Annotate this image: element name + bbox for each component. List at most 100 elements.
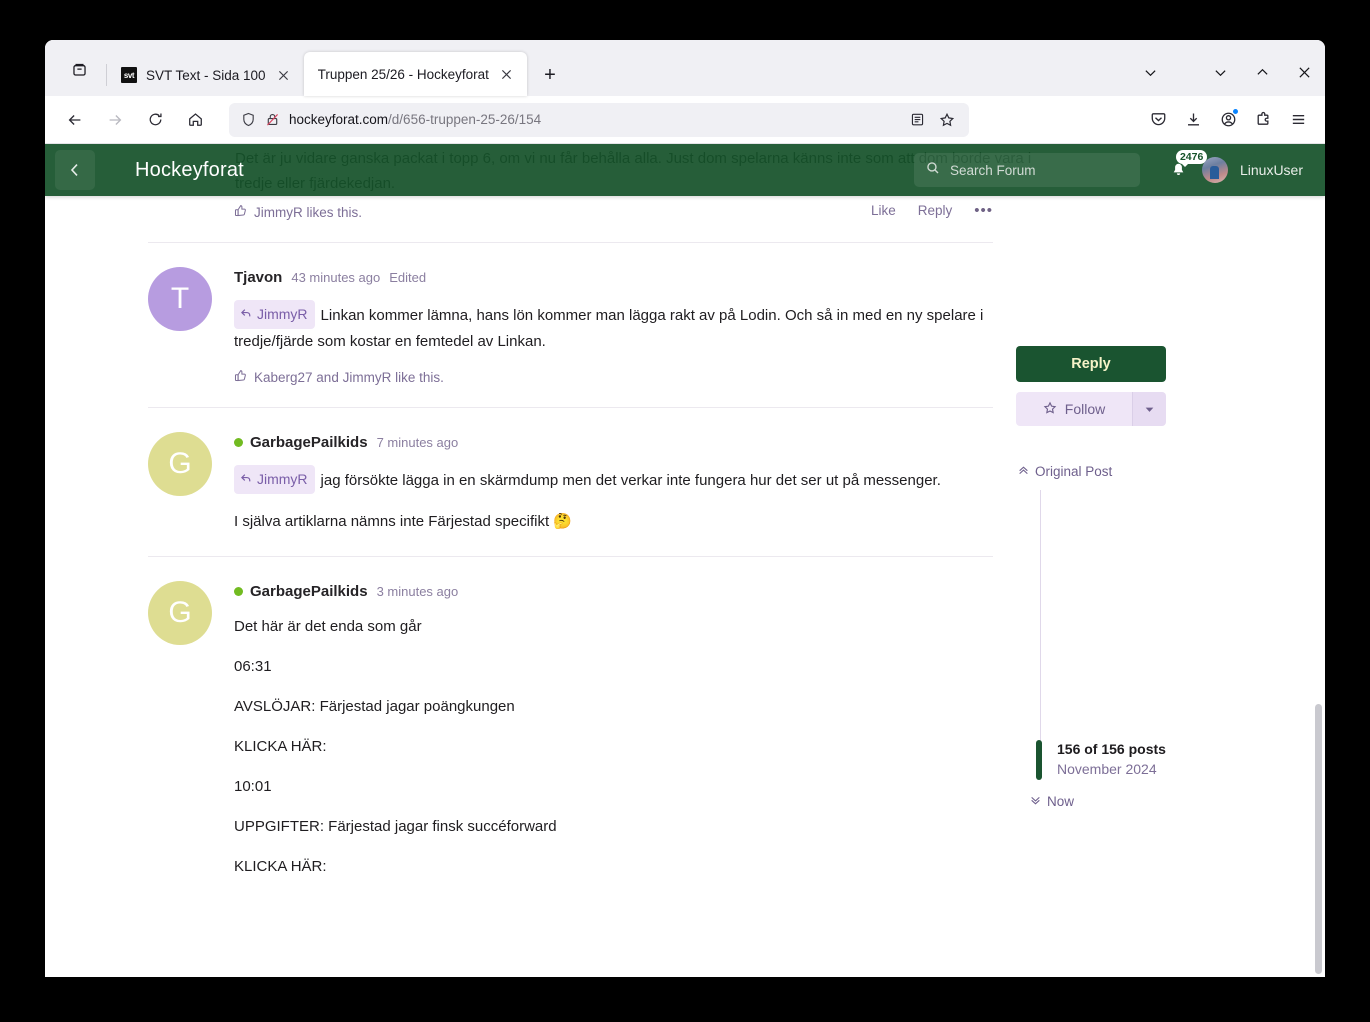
follow-button[interactable]: Follow	[1016, 392, 1132, 426]
post-header: GarbagePailkids 7 minutes ago	[234, 434, 993, 451]
post-header: GarbagePailkids 3 minutes ago	[234, 583, 993, 600]
back-navigation-icon[interactable]	[58, 103, 92, 137]
discussion-sidebar: Reply Follow Original Post 156 of 156 po…	[993, 196, 1325, 977]
url-bar[interactable]: hockeyforat.com/d/656-truppen-25-26/154	[229, 102, 969, 137]
likes-text[interactable]: Kaberg27 and JimmyR like this.	[254, 370, 444, 385]
pocket-icon[interactable]	[1141, 103, 1175, 137]
user-area: 2476 LinuxUser	[1168, 150, 1303, 183]
post-paragraph: 10:01	[234, 778, 272, 795]
new-tab-button[interactable]: +	[534, 59, 566, 91]
forward-navigation-icon[interactable]	[98, 103, 132, 137]
home-icon[interactable]	[178, 103, 212, 137]
post-timestamp[interactable]: 7 minutes ago	[377, 435, 459, 450]
close-icon[interactable]	[274, 65, 294, 85]
reader-view-icon[interactable]	[903, 106, 931, 134]
follow-dropdown-button[interactable]	[1132, 392, 1166, 426]
online-status-icon	[234, 438, 243, 447]
post-text: JimmyR jag försökte lägga in en skärmdum…	[234, 465, 993, 494]
likes-text[interactable]: JimmyR likes this.	[254, 205, 362, 220]
reply-arrow-icon	[240, 302, 252, 327]
post-timestamp[interactable]: 43 minutes ago	[291, 270, 380, 285]
account-icon[interactable]	[1211, 103, 1245, 137]
post-author[interactable]: Tjavon	[234, 269, 282, 286]
chevron-down-double-icon	[1030, 794, 1041, 809]
like-button[interactable]: Like	[871, 203, 896, 218]
reload-icon[interactable]	[138, 103, 172, 137]
post-paragraph: KLICKA HÄR:	[234, 738, 327, 755]
online-status-icon	[234, 587, 243, 596]
account-notification-dot	[1232, 107, 1239, 115]
post-garbagepailkids-2: G GarbagePailkids 3 minutes ago Det här …	[148, 556, 993, 901]
window-controls	[1129, 54, 1325, 96]
chevron-up-double-icon	[1018, 464, 1029, 479]
page-viewport: Det är ju vidare ganska packat i topp 6,…	[45, 144, 1325, 977]
post-garbagepailkids-1: G GarbagePailkids 7 minutes ago JimmyR j…	[148, 407, 993, 556]
thumbs-up-icon	[234, 204, 247, 220]
post-paragraph: I själva artiklarna nämns inte Färjestad…	[234, 513, 572, 530]
post-timestamp[interactable]: 3 minutes ago	[377, 584, 459, 599]
downloads-icon[interactable]	[1176, 103, 1210, 137]
maximize-icon[interactable]	[1241, 54, 1283, 90]
post-header: Tjavon 43 minutes ago Edited	[234, 269, 993, 286]
bookmark-star-icon[interactable]	[933, 106, 961, 134]
avatar[interactable]: T	[148, 267, 212, 331]
tab-strip: svt SVT Text - Sida 100 Truppen 25/26 - …	[45, 40, 1325, 96]
lock-disabled-icon[interactable]	[265, 112, 280, 127]
star-icon	[1043, 401, 1057, 418]
post-body: GarbagePailkids 7 minutes ago JimmyR jag…	[234, 432, 993, 534]
svt-favicon: svt	[121, 67, 137, 83]
jump-to-now-link[interactable]: Now	[1030, 794, 1074, 809]
extensions-icon[interactable]	[1246, 103, 1280, 137]
post-author[interactable]: GarbagePailkids	[250, 583, 368, 600]
list-all-tabs-icon[interactable]	[1129, 54, 1171, 90]
original-post-link[interactable]: Original Post	[1018, 464, 1325, 479]
user-name[interactable]: LinuxUser	[1240, 162, 1303, 178]
forum-brand[interactable]: Hockeyforat	[135, 159, 244, 182]
scrubber-handle[interactable]: 156 of 156 posts November 2024	[1036, 740, 1166, 780]
post-actions: Like Reply •••	[871, 202, 993, 219]
page-scrollbar[interactable]	[1315, 704, 1322, 974]
close-icon[interactable]	[497, 64, 517, 84]
reply-button[interactable]: Reply	[918, 203, 953, 218]
sidebar-reply-button[interactable]: Reply	[1016, 346, 1166, 382]
mention-chip[interactable]: JimmyR	[234, 300, 315, 329]
window-close-icon[interactable]	[1283, 54, 1325, 90]
avatar[interactable]: G	[148, 432, 212, 496]
notifications-button[interactable]: 2476	[1168, 150, 1208, 183]
post-tjavon: T Tjavon 43 minutes ago Edited JimmyR Li…	[148, 242, 993, 407]
post-text: JimmyR Linkan kommer lämna, hans lön kom…	[234, 300, 993, 354]
tab-title: Truppen 25/26 - Hockeyforat	[317, 66, 489, 82]
search-input[interactable]: Search Forum	[913, 153, 1140, 187]
reply-arrow-icon	[240, 467, 252, 492]
browser-toolbar-actions	[1141, 103, 1315, 137]
avatar[interactable]	[1201, 157, 1228, 183]
post-paragraph: AVSLÖJAR: Färjestad jagar poängkungen	[234, 698, 515, 715]
tab-title: SVT Text - Sida 100	[146, 67, 266, 83]
post-paragraph: Linkan kommer lämna, hans lön kommer man…	[234, 307, 984, 350]
post-paragraph: Det här är det enda som går	[234, 618, 422, 635]
scrubber-track[interactable]	[1040, 490, 1041, 752]
forum-header: Hockeyforat Search Forum 2476 LinuxUser	[45, 144, 1325, 196]
tab-truppen-hockeyforat[interactable]: Truppen 25/26 - Hockeyforat	[303, 52, 527, 96]
avatar[interactable]: G	[148, 581, 212, 645]
tab-svt-text[interactable]: svt SVT Text - Sida 100	[106, 54, 304, 96]
back-button[interactable]	[55, 150, 95, 190]
follow-control: Follow	[1016, 392, 1166, 426]
thumbs-up-icon	[234, 369, 247, 385]
post-body: GarbagePailkids 3 minutes ago Det här är…	[234, 581, 993, 879]
minimize-icon[interactable]	[1199, 54, 1241, 90]
post-author[interactable]: GarbagePailkids	[250, 434, 368, 451]
shield-icon[interactable]	[241, 112, 256, 127]
more-options-icon[interactable]: •••	[974, 202, 993, 219]
mention-name: JimmyR	[257, 306, 308, 322]
post-count-label: 156 of 156 posts	[1057, 741, 1166, 757]
firefox-view-button[interactable]	[59, 49, 99, 89]
page-body: JimmyR likes this. Like Reply ••• T Tjav…	[45, 196, 1325, 977]
post-paragraph: jag försökte lägga in en skärmdump men d…	[320, 472, 941, 489]
post-stream: JimmyR likes this. Like Reply ••• T Tjav…	[148, 196, 993, 977]
search-placeholder: Search Forum	[949, 162, 1036, 178]
app-menu-icon[interactable]	[1281, 103, 1315, 137]
scrubber-thumb[interactable]	[1036, 740, 1042, 780]
mention-chip[interactable]: JimmyR	[234, 465, 315, 494]
post-partial: JimmyR likes this. Like Reply •••	[148, 196, 993, 242]
